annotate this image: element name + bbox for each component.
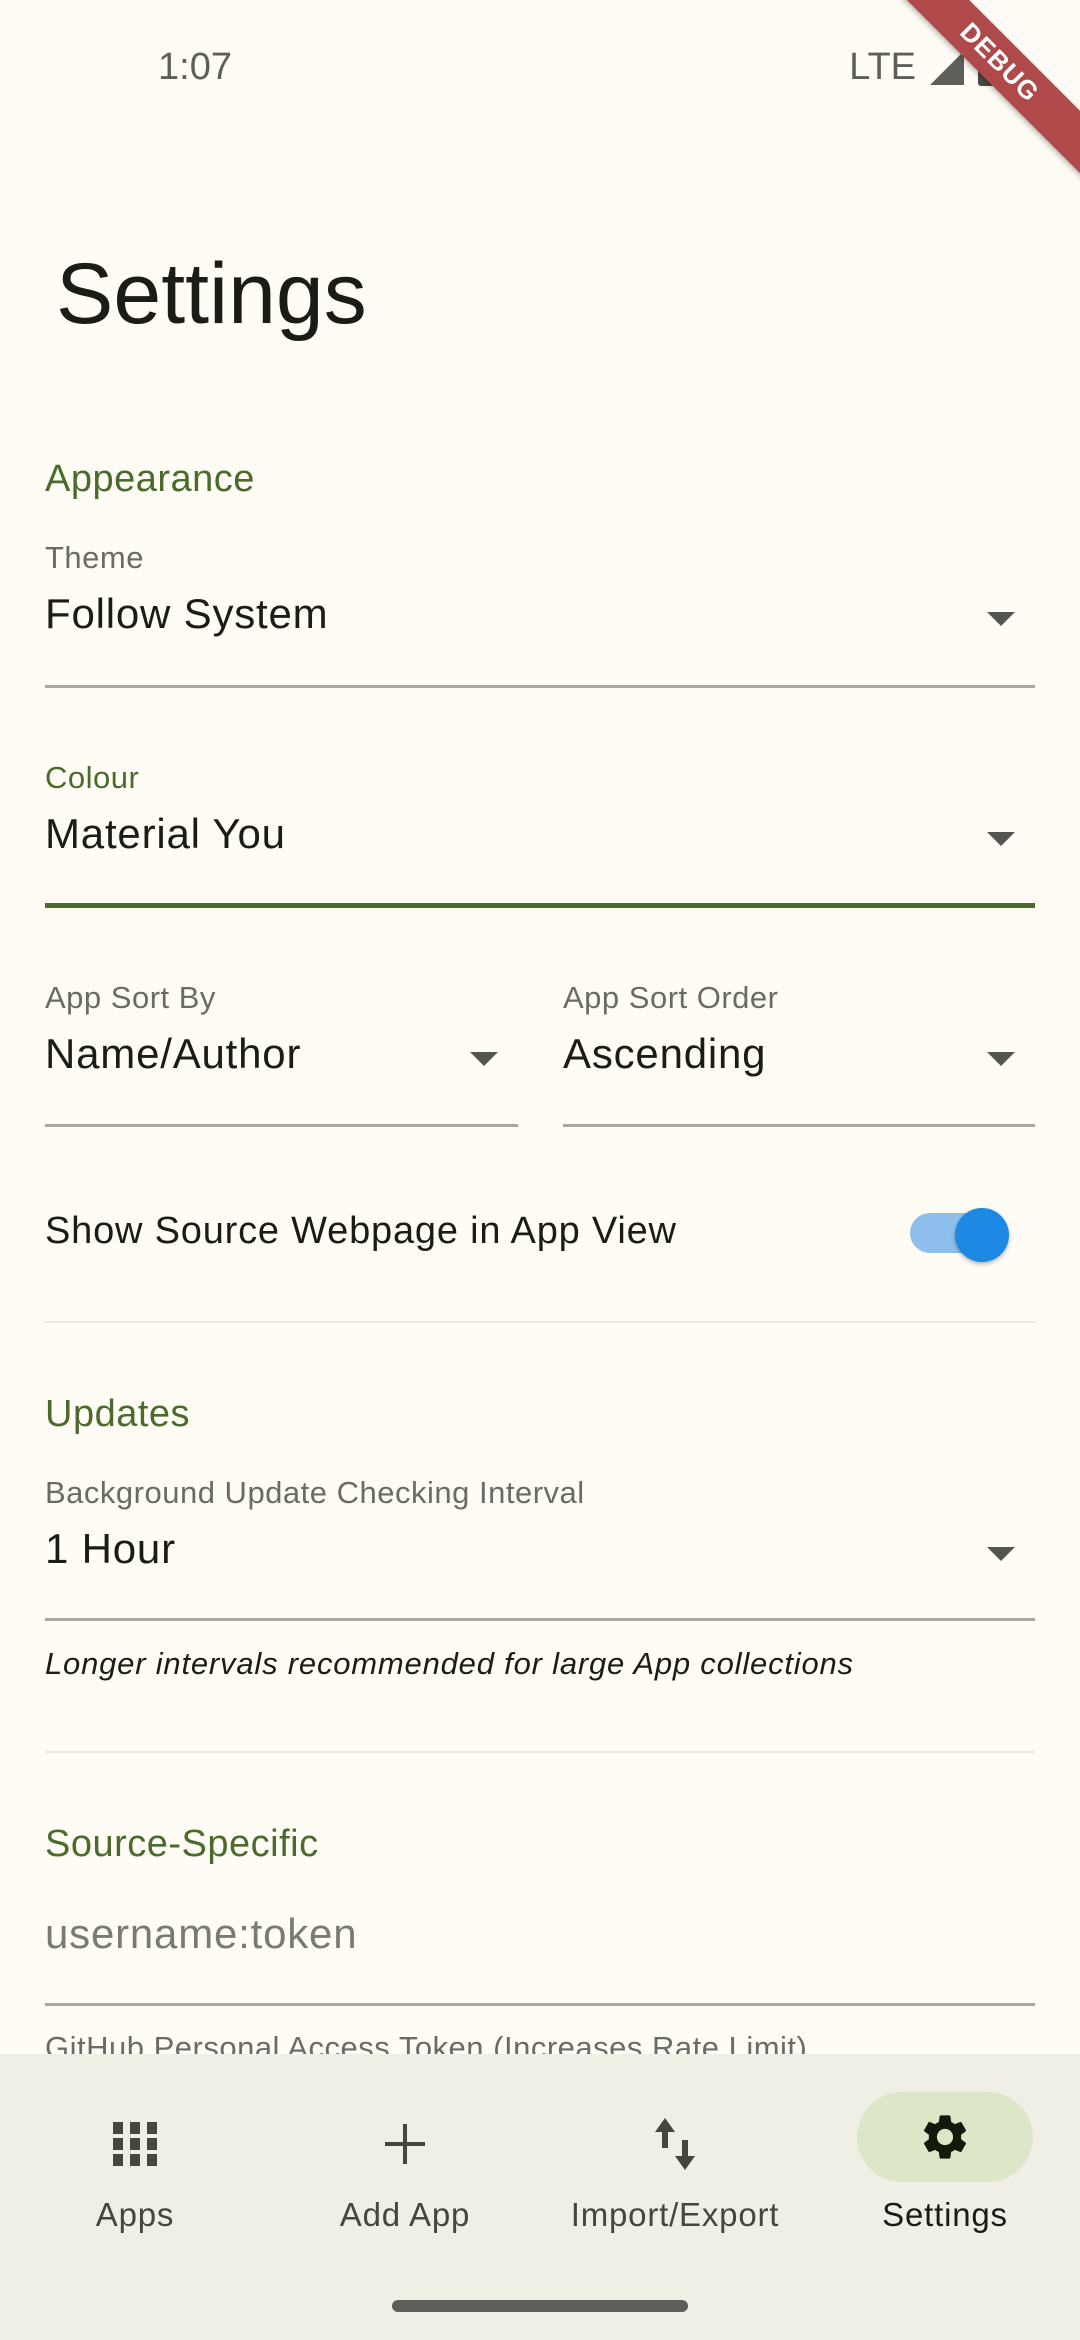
- sort-by-label: App Sort By: [45, 980, 216, 1015]
- sort-order-dropdown[interactable]: App Sort Order Ascending: [563, 980, 1035, 1127]
- apps-grid-icon: [91, 2112, 179, 2176]
- theme-dropdown[interactable]: Theme Follow System: [45, 540, 1035, 688]
- nav-item-import-export[interactable]: Import/Export: [540, 2054, 810, 2254]
- nav-label-apps: Apps: [95, 2196, 175, 2233]
- sort-order-label: App Sort Order: [563, 980, 779, 1015]
- colour-label: Colour: [45, 760, 140, 795]
- chevron-down-icon: [470, 1052, 498, 1066]
- divider: [45, 1321, 1035, 1323]
- section-header-source-specific: Source-Specific: [45, 1823, 319, 1865]
- page-title: Settings: [56, 246, 367, 342]
- show-source-label: Show Source Webpage in App View: [45, 1210, 677, 1252]
- import-export-icon: [631, 2112, 719, 2176]
- update-interval-dropdown[interactable]: Background Update Checking Interval 1 Ho…: [45, 1475, 1035, 1621]
- home-indicator[interactable]: [392, 2300, 688, 2312]
- colour-underline: [45, 903, 1035, 908]
- nav-label-import-export: Import/Export: [570, 2196, 780, 2233]
- theme-underline: [45, 685, 1035, 688]
- update-interval-helper: Longer intervals recommended for large A…: [45, 1646, 854, 1681]
- github-token-placeholder: username:token: [45, 1910, 358, 1957]
- plus-icon: [361, 2112, 449, 2176]
- github-token-underline: [45, 2003, 1035, 2006]
- update-interval-value: 1 Hour: [45, 1525, 176, 1572]
- nav-item-add-app[interactable]: Add App: [270, 2054, 540, 2254]
- bottom-navigation: Apps Add App Import/Export Settings: [0, 2054, 1080, 2340]
- sort-by-value: Name/Author: [45, 1030, 302, 1077]
- update-interval-underline: [45, 1618, 1035, 1621]
- debug-banner: DEBUG: [878, 0, 1080, 184]
- sort-order-value: Ascending: [563, 1030, 767, 1077]
- theme-value: Follow System: [45, 590, 329, 637]
- theme-label: Theme: [45, 540, 144, 575]
- sort-by-dropdown[interactable]: App Sort By Name/Author: [45, 980, 518, 1127]
- section-header-updates: Updates: [45, 1393, 191, 1435]
- network-type: LTE: [849, 46, 916, 88]
- chevron-down-icon: [987, 1547, 1015, 1561]
- github-token-input[interactable]: username:token: [45, 1910, 1035, 2006]
- chevron-down-icon: [987, 1052, 1015, 1066]
- sort-order-underline: [563, 1124, 1035, 1127]
- nav-item-settings[interactable]: Settings: [810, 2054, 1080, 2254]
- chevron-down-icon: [987, 832, 1015, 846]
- divider: [45, 1751, 1035, 1753]
- section-header-appearance: Appearance: [45, 458, 255, 500]
- show-source-toggle-thumb[interactable]: [955, 1208, 1009, 1262]
- status-time: 1:07: [158, 46, 232, 88]
- gear-icon: [857, 2092, 1033, 2182]
- update-interval-label: Background Update Checking Interval: [45, 1475, 585, 1510]
- nav-label-add-app: Add App: [339, 2196, 471, 2233]
- colour-dropdown[interactable]: Colour Material You: [45, 760, 1035, 908]
- nav-label-settings: Settings: [882, 2196, 1008, 2233]
- sort-by-underline: [45, 1124, 518, 1127]
- colour-value: Material You: [45, 810, 286, 857]
- signal-icon: [930, 50, 964, 85]
- nav-item-apps[interactable]: Apps: [0, 2054, 270, 2254]
- chevron-down-icon: [987, 612, 1015, 626]
